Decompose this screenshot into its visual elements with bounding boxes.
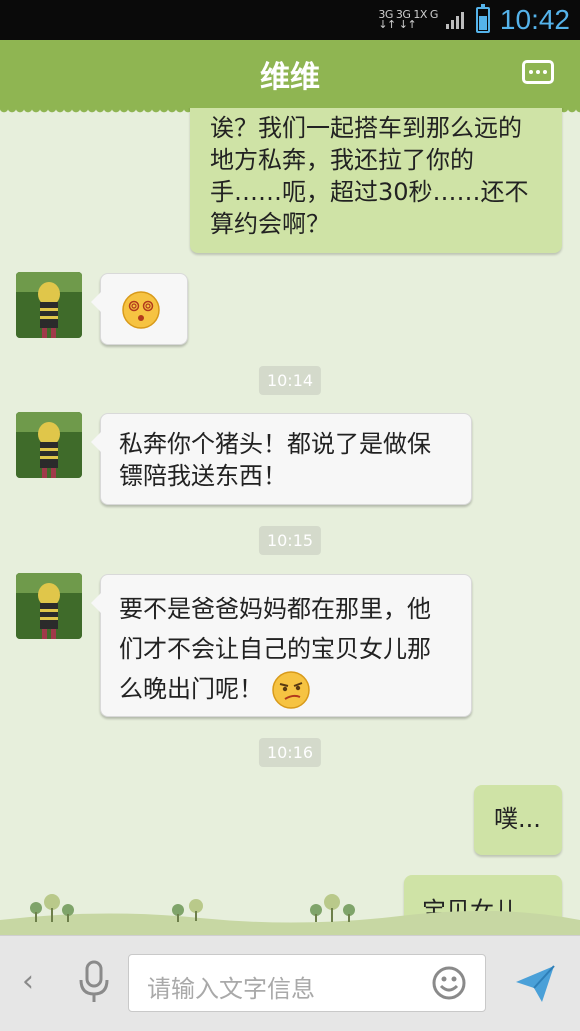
message-bubble-incoming[interactable]: 私奔你个猪头！都说了是做保镖陪我送东西！: [91, 413, 472, 505]
avatar[interactable]: [16, 272, 82, 338]
message-bubble-outgoing[interactable]: 诶？我们一起搭车到那么远的地方私奔，我还拉了你的手……呃，超过30秒……还不算约…: [190, 108, 562, 253]
timestamp: 10:15: [258, 526, 322, 555]
smirk-emoji: [271, 671, 310, 709]
chat-header: 维维: [0, 40, 580, 114]
message-text: 噗...: [494, 805, 541, 833]
avatar[interactable]: [16, 412, 82, 478]
message-text: 私奔你个猪头！都说了是做保镖陪我送东西！: [119, 430, 431, 490]
message-bubble-incoming[interactable]: [91, 273, 188, 345]
more-dots-icon[interactable]: [522, 60, 554, 84]
message-bubble-outgoing[interactable]: 噗...: [474, 785, 562, 855]
chevron-left-icon[interactable]: ‹: [22, 964, 34, 999]
message-list[interactable]: 诶？我们一起搭车到那么远的地方私奔，我还拉了你的手……呃，超过30秒……还不算约…: [0, 108, 580, 935]
battery-icon: [475, 4, 490, 33]
microphone-icon[interactable]: [78, 960, 110, 1004]
input-placeholder: 请输入文字信息: [147, 975, 315, 1003]
dizzy-face-emoji: [122, 291, 160, 329]
message-text: 诶？我们一起搭车到那么远的地方私奔，我还拉了你的手……呃，超过30秒……还不算约…: [210, 114, 529, 238]
input-bar: ‹ 请输入文字信息: [0, 935, 580, 1031]
network-indicator: 3G 3G 1X G ↓↑ ↓↑: [378, 8, 438, 31]
send-icon[interactable]: [512, 960, 558, 1006]
signal-icon: [445, 11, 464, 29]
timestamp: 10:16: [258, 738, 322, 767]
message-bubble-incoming[interactable]: 要不是爸爸妈妈都在那里，他们才不会让自己的宝贝女儿那么晚出门呢！: [91, 574, 472, 717]
status-bar: 3G 3G 1X G ↓↑ ↓↑ 10:42: [0, 0, 580, 40]
decorative-hills: [0, 894, 580, 940]
emoji-icon[interactable]: [432, 966, 466, 1000]
timestamp: 10:14: [258, 366, 322, 395]
chat-title: 维维: [260, 60, 320, 95]
avatar[interactable]: [16, 573, 82, 639]
status-time: 10:42: [499, 4, 570, 35]
message-text: 要不是爸爸妈妈都在那里，他们才不会让自己的宝贝女儿那么晚出门呢！: [119, 589, 453, 710]
